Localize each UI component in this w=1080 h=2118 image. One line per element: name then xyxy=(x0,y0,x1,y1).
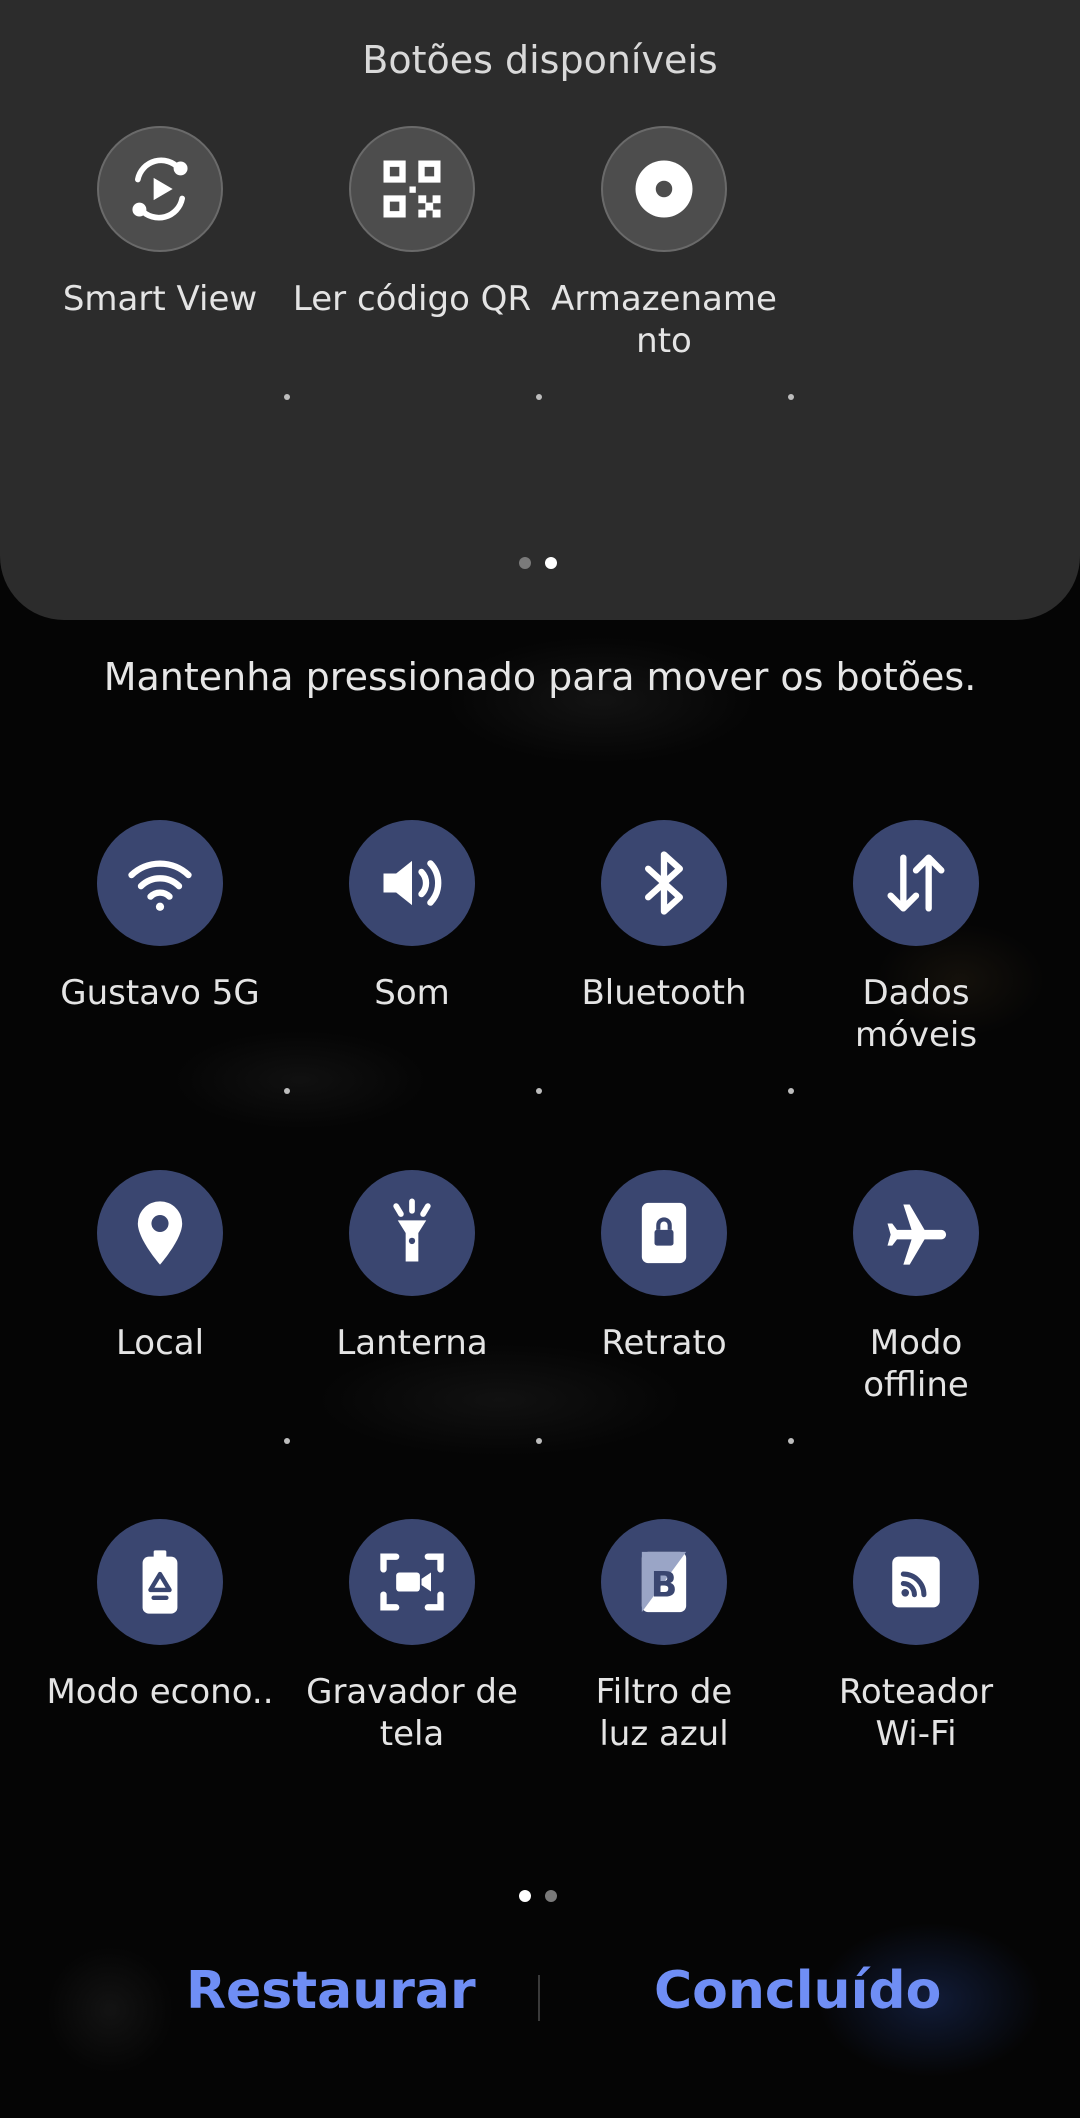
tile-label: Modo econo.. xyxy=(46,1672,274,1712)
bluetooth-icon xyxy=(601,820,727,946)
grid-separator-dot xyxy=(536,1438,542,1444)
airplane-icon xyxy=(853,1170,979,1296)
wifi-hotspot-icon xyxy=(853,1519,979,1645)
page-dot-active xyxy=(519,1890,531,1902)
tile-wifi-hotspot[interactable]: Roteador Wi-Fi xyxy=(790,1519,1042,1755)
screen-recorder-icon xyxy=(349,1519,475,1645)
storage-icon xyxy=(601,126,727,252)
active-page-indicator[interactable] xyxy=(519,1890,557,1902)
tile-screen-recorder[interactable]: Gravador de tela xyxy=(286,1519,538,1755)
wifi-icon xyxy=(97,820,223,946)
tile-label: Armazename nto xyxy=(551,279,777,361)
tile-label: Som xyxy=(374,973,450,1013)
available-buttons-panel: Botões disponíveis Smart View Ler código… xyxy=(0,0,1080,620)
available-tile-smart-view[interactable]: Smart View xyxy=(34,126,286,320)
grid-separator-dot xyxy=(788,1438,794,1444)
tile-label: Modo offline xyxy=(863,1323,969,1405)
grid-separator-dot xyxy=(284,1088,290,1094)
grid-separator-dot xyxy=(284,1438,290,1444)
page-dot xyxy=(519,557,531,569)
power-saving-icon xyxy=(97,1519,223,1645)
smart-view-icon xyxy=(97,126,223,252)
move-hint-text: Mantenha pressionado para mover os botõe… xyxy=(103,655,977,699)
done-button[interactable]: Concluído xyxy=(648,1960,947,2022)
page-dot-active xyxy=(545,557,557,569)
grid-separator-dot xyxy=(536,1088,542,1094)
tile-power-saving[interactable]: Modo econo.. xyxy=(34,1519,286,1713)
footer-divider xyxy=(538,1975,540,2021)
qr-code-icon xyxy=(349,126,475,252)
tile-label: Roteador Wi-Fi xyxy=(838,1672,994,1754)
tile-label: Smart View xyxy=(62,279,258,319)
tile-airplane[interactable]: Modo offline xyxy=(790,1170,1042,1406)
grid-separator-dot xyxy=(284,394,290,400)
tile-location[interactable]: Local xyxy=(34,1170,286,1364)
page-dot xyxy=(545,1890,557,1902)
tile-flashlight[interactable]: Lanterna xyxy=(286,1170,538,1364)
tile-label: Lanterna xyxy=(336,1323,488,1363)
flashlight-icon xyxy=(349,1170,475,1296)
tile-wifi[interactable]: Gustavo 5G xyxy=(34,820,286,1014)
blue-light-filter-icon: B xyxy=(601,1519,727,1645)
tile-blue-light-filter[interactable]: B Filtro de luz azul xyxy=(538,1519,790,1755)
available-tile-qr[interactable]: Ler código QR xyxy=(286,126,538,320)
tile-label: Bluetooth xyxy=(581,973,747,1013)
portrait-lock-icon xyxy=(601,1170,727,1296)
tile-label: Dados móveis xyxy=(854,973,978,1055)
tile-label: Filtro de luz azul xyxy=(595,1672,733,1754)
sound-icon xyxy=(349,820,475,946)
tile-portrait[interactable]: Retrato xyxy=(538,1170,790,1364)
available-buttons-title: Botões disponíveis xyxy=(362,38,718,82)
svg-text:B: B xyxy=(651,1565,678,1605)
available-page-indicator[interactable] xyxy=(519,557,557,569)
tile-label: Gustavo 5G xyxy=(60,973,260,1013)
reset-button[interactable]: Restaurar xyxy=(180,1960,482,2022)
location-icon xyxy=(97,1170,223,1296)
tile-label: Gravador de tela xyxy=(306,1672,518,1754)
mobile-data-icon xyxy=(853,820,979,946)
tile-label: Retrato xyxy=(601,1323,727,1363)
tile-label: Ler código QR xyxy=(292,279,532,319)
tile-label: Local xyxy=(115,1323,205,1363)
tile-bluetooth[interactable]: Bluetooth xyxy=(538,820,790,1014)
tile-sound[interactable]: Som xyxy=(286,820,538,1014)
tile-mobile-data[interactable]: Dados móveis xyxy=(790,820,1042,1056)
grid-separator-dot xyxy=(788,394,794,400)
available-tile-storage[interactable]: Armazename nto xyxy=(538,126,790,362)
grid-separator-dot xyxy=(536,394,542,400)
grid-separator-dot xyxy=(788,1088,794,1094)
